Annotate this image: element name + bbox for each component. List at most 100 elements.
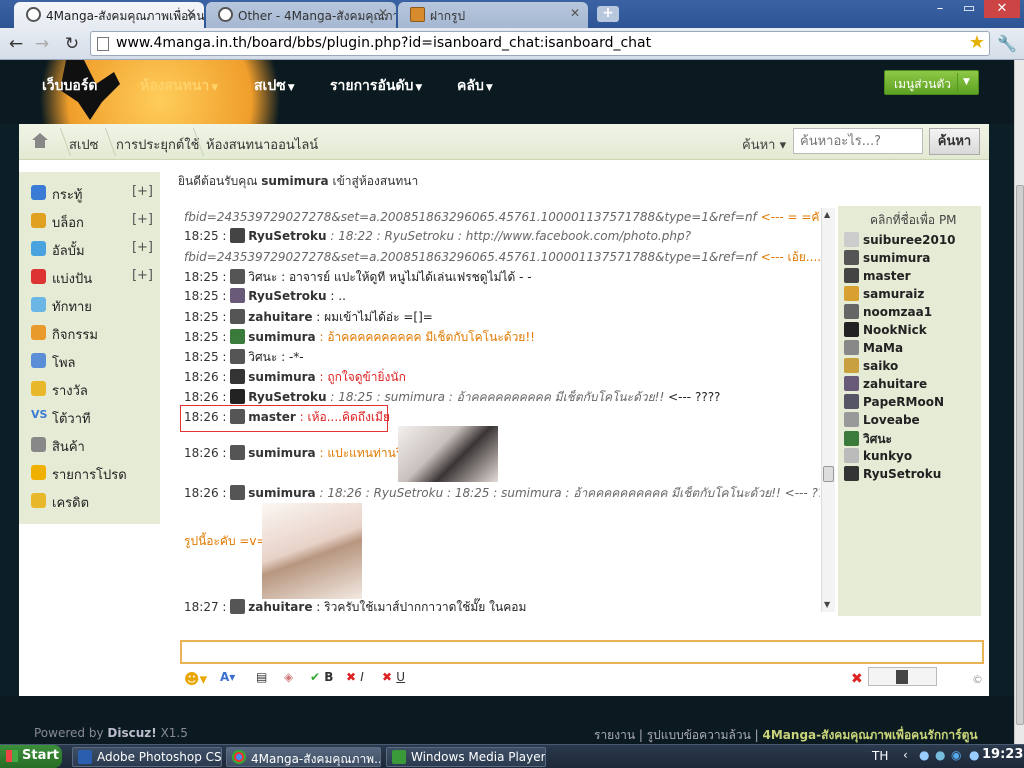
close-window-button[interactable]: ✕: [984, 0, 1020, 18]
plaintext-link[interactable]: รูปแบบข้อความล้วน: [647, 728, 751, 742]
online-user[interactable]: suiburee2010: [844, 232, 956, 250]
sidebar-add-link[interactable]: [+]: [132, 184, 153, 199]
language-indicator[interactable]: TH: [872, 749, 888, 763]
italic-button[interactable]: ✖ I: [346, 670, 364, 684]
discuz-link[interactable]: Discuz!: [107, 726, 156, 740]
online-user[interactable]: MaMa: [844, 340, 903, 358]
sidebar-add-link[interactable]: [+]: [132, 240, 153, 255]
sidebar-item[interactable]: ทักทาย: [31, 294, 153, 318]
online-user[interactable]: RyuSetroku: [844, 466, 941, 484]
close-tab-icon[interactable]: ✕: [570, 6, 580, 20]
bookmark-star-icon[interactable]: ★: [969, 32, 985, 53]
sidebar-item[interactable]: รายการโปรด: [31, 462, 153, 486]
online-user[interactable]: วิศนะ: [844, 430, 892, 448]
browser-tab[interactable]: ฝากรูป ✕: [398, 2, 588, 28]
chat-username[interactable]: sumimura: [248, 486, 315, 500]
sidebar-item[interactable]: VS โต้วาที: [31, 406, 153, 430]
emoji-icon[interactable]: ☻▾: [184, 670, 207, 688]
underline-button[interactable]: ✖ U: [382, 670, 405, 684]
nav-webboard[interactable]: เว็บบอร์ด: [42, 75, 97, 97]
minimize-button[interactable]: –: [926, 0, 954, 18]
nav-club[interactable]: คลับ ▼: [457, 75, 493, 97]
breadcrumb-chatroom[interactable]: ห้องสนทนาออนไลน์: [206, 134, 318, 155]
online-user[interactable]: samuraiz: [844, 286, 924, 304]
sidebar-item[interactable]: เครดิต: [31, 490, 153, 514]
chat-username[interactable]: sumimura: [248, 446, 315, 460]
task-media-player[interactable]: Windows Media Player: [386, 747, 546, 767]
sidebar-item[interactable]: สินค้า: [31, 434, 153, 458]
online-user[interactable]: noomzaa1: [844, 304, 932, 322]
chat-avatar[interactable]: [230, 228, 246, 243]
online-user[interactable]: kunkyo: [844, 448, 912, 466]
site-name-link[interactable]: 4Manga-สังคมคุณภาพเพื่อคนรักการ์ตูน: [763, 728, 978, 742]
chat-username[interactable]: zahuitare: [248, 600, 312, 614]
chat-avatar[interactable]: [230, 288, 246, 303]
sidebar-item[interactable]: อัลบั้ม [+]: [31, 238, 153, 262]
close-tab-icon[interactable]: ✕: [378, 6, 388, 20]
chat-input[interactable]: [180, 640, 984, 664]
sidebar-item[interactable]: กระทู้ [+]: [31, 182, 153, 206]
nav-ranking[interactable]: รายการอันดับ ▼: [330, 75, 422, 97]
chat-username[interactable]: RyuSetroku: [248, 289, 326, 303]
chat-scrollbar[interactable]: ▲ ▼: [821, 208, 835, 612]
chat-avatar[interactable]: [230, 389, 246, 404]
font-color-icon[interactable]: A▾: [220, 670, 235, 684]
users-icon[interactable]: ●: [935, 748, 945, 762]
sidebar-item[interactable]: โพล: [31, 350, 153, 374]
chat-avatar[interactable]: [230, 599, 246, 614]
chat-image-drawing[interactable]: [398, 426, 498, 482]
chat-avatar[interactable]: [230, 309, 246, 324]
chat-avatar[interactable]: [230, 369, 246, 384]
sidebar-item[interactable]: บล็อก [+]: [31, 210, 153, 234]
address-bar[interactable]: www.4manga.in.th/board/bbs/plugin.php?id…: [90, 31, 990, 56]
report-link[interactable]: รายงาน: [594, 728, 635, 742]
chat-image-manga[interactable]: [262, 503, 362, 599]
chat-avatar[interactable]: [230, 329, 246, 344]
back-arrow-icon[interactable]: ←: [5, 33, 27, 55]
scroll-up-icon[interactable]: ▲: [824, 210, 830, 219]
home-icon[interactable]: [32, 133, 48, 149]
reload-icon[interactable]: ↻: [61, 33, 83, 55]
online-user[interactable]: Loveabe: [844, 412, 920, 430]
online-user[interactable]: zahuitare: [844, 376, 927, 394]
chat-avatar[interactable]: [230, 349, 246, 364]
chat-avatar[interactable]: [230, 445, 246, 460]
chat-avatar[interactable]: [230, 269, 246, 284]
maximize-button[interactable]: ▭: [955, 0, 983, 18]
search-input[interactable]: [793, 128, 923, 154]
bold-button[interactable]: ✔ B: [310, 670, 333, 684]
eraser-icon[interactable]: ◈: [284, 670, 293, 684]
clock[interactable]: 19:23PM: [982, 747, 1024, 762]
sync-icon[interactable]: ●: [969, 748, 979, 762]
online-user[interactable]: master: [844, 268, 911, 286]
send-button[interactable]: [868, 667, 937, 686]
personal-menu-button[interactable]: เมนูส่วนตัว ▼: [884, 70, 979, 95]
online-user[interactable]: PapeRMooN: [844, 394, 944, 412]
browser-tab[interactable]: Other - 4Manga-สังคมคุณภาพเ ✕: [206, 2, 396, 28]
search-type-select[interactable]: ค้นหา ▾: [742, 134, 786, 155]
wrench-menu-icon[interactable]: 🔧: [997, 34, 1017, 53]
sidebar-add-link[interactable]: [+]: [132, 268, 153, 283]
chat-username[interactable]: sumimura: [248, 370, 315, 384]
chat-username[interactable]: RyuSetroku: [248, 390, 326, 404]
search-button[interactable]: ค้นหา: [929, 128, 980, 155]
scroll-down-icon[interactable]: ▼: [824, 600, 830, 609]
nav-chatroom[interactable]: ห้องสนทนา ▼: [140, 75, 218, 97]
sidebar-item[interactable]: กิจกรรม: [31, 322, 153, 346]
page-scroll-thumb[interactable]: [1016, 185, 1024, 725]
chat-username[interactable]: zahuitare: [248, 310, 312, 324]
nav-space[interactable]: สเปซ ▼: [254, 75, 295, 97]
start-button[interactable]: Start: [0, 745, 62, 768]
new-tab-button[interactable]: +: [597, 6, 619, 22]
sidebar-item[interactable]: แบ่งปัน [+]: [31, 266, 153, 290]
clear-icon[interactable]: ✖: [851, 671, 863, 687]
volume-icon[interactable]: ◉: [951, 748, 961, 762]
image-insert-icon[interactable]: ▤: [256, 670, 267, 684]
browser-tab-active[interactable]: 4Manga-สังคมคุณภาพเพื่อคนรัก ✕: [14, 2, 204, 28]
online-user[interactable]: saiko: [844, 358, 898, 376]
forward-arrow-icon[interactable]: →: [31, 33, 53, 55]
online-user[interactable]: NookNick: [844, 322, 927, 340]
chat-username[interactable]: RyuSetroku: [248, 229, 326, 243]
online-user[interactable]: sumimura: [844, 250, 930, 268]
breadcrumb-space[interactable]: สเปซ: [69, 134, 98, 155]
